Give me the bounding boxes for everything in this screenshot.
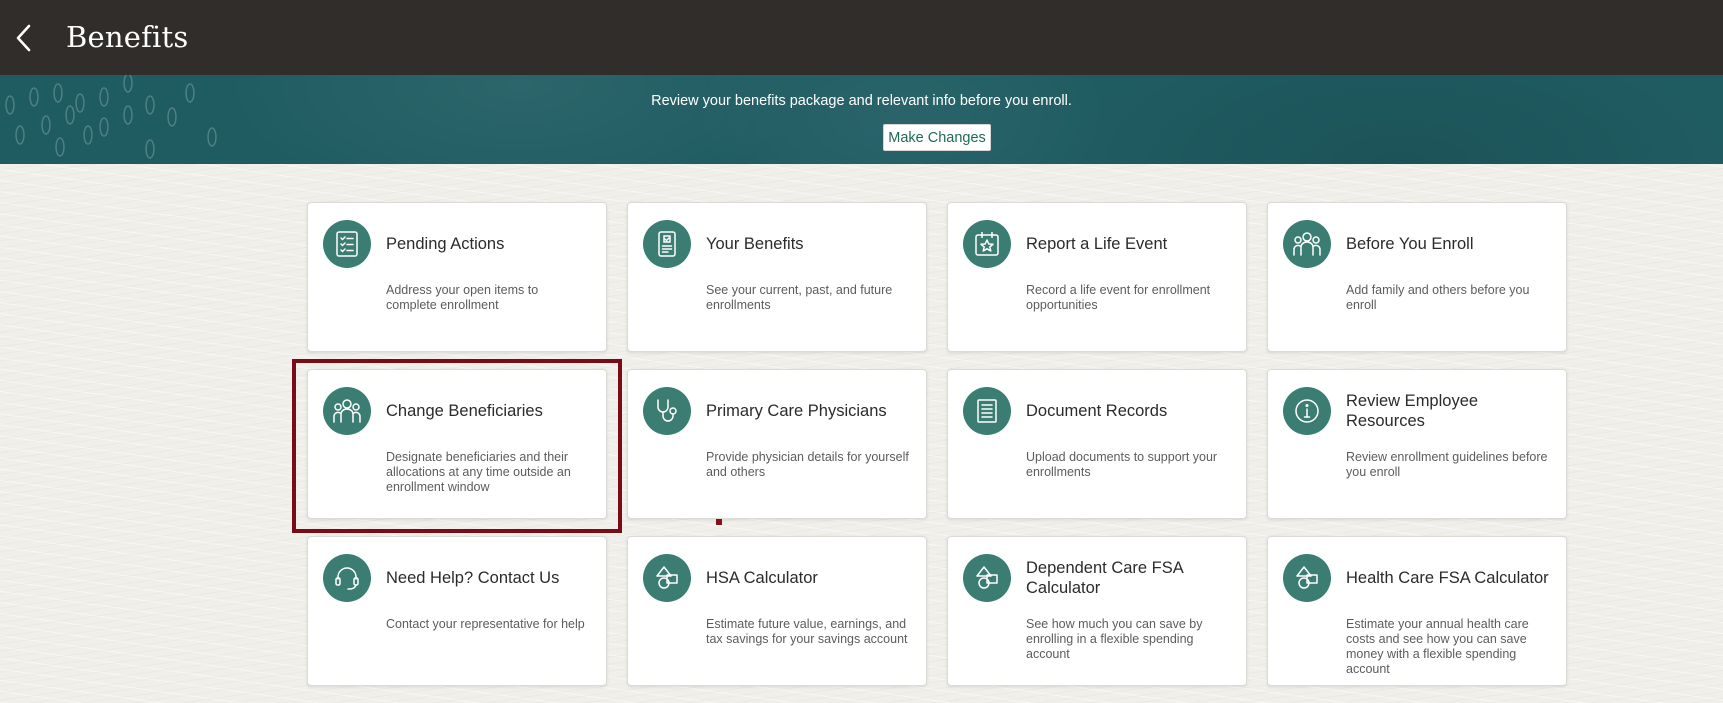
tile-hsa-calculator[interactable]: HSA Calculator Estimate future value, ea… [627,536,927,686]
tile-description: Upload documents to support your enrollm… [1026,450,1218,479]
tile-description: Estimate your annual health care costs a… [1346,617,1529,676]
cursor-marker [716,519,722,525]
tile-description: See how much you can save by enrolling i… [1026,617,1203,661]
tile-document-records[interactable]: Document Records Upload documents to sup… [947,369,1247,519]
info-icon [1283,387,1331,435]
banner-pattern [5,75,217,159]
tile-title: Dependent Care FSA Calculator [1026,558,1183,597]
family-group-icon [1283,220,1331,268]
tile-title: Need Help? Contact Us [386,568,560,587]
tile-description: Estimate future value, earnings, and tax… [706,617,908,646]
tile-dependent-care-fsa-calculator[interactable]: Dependent Care FSA Calculator See how mu… [947,536,1247,686]
tile-description: Contact your representative for help [386,617,585,631]
people-group-icon [323,387,371,435]
tile-title: Document Records [1026,401,1168,420]
tile-description: Review enrollment guidelines before you … [1346,450,1548,479]
document-lines-icon [963,387,1011,435]
headset-icon [323,554,371,602]
tile-review-employee-resources[interactable]: Review Employee Resources Review enrollm… [1267,369,1567,519]
tile-description: Provide physician details for yourself a… [706,450,909,479]
tile-title: Health Care FSA Calculator [1346,568,1549,587]
stethoscope-icon [643,387,691,435]
tile-title: Report a Life Event [1026,234,1168,253]
tile-title: Change Beneficiaries [386,401,543,420]
tile-primary-care-physicians[interactable]: Primary Care Physicians Provide physicia… [627,369,927,519]
tile-title: Review Employee Resources [1346,391,1479,430]
calculator-shapes-icon [963,554,1011,602]
tile-before-you-enroll[interactable]: Before You Enroll Add family and others … [1267,202,1567,352]
tile-title: Your Benefits [706,234,804,253]
badge-document-icon [643,220,691,268]
tile-your-benefits[interactable]: Your Benefits See your current, past, an… [627,202,927,352]
header-bar: Benefits [0,0,1723,75]
tile-description: Designate beneficiaries and their alloca… [386,450,571,494]
calculator-shapes-icon [1283,554,1331,602]
checklist-icon [323,220,371,268]
tile-description: Address your open items to complete enro… [386,283,539,312]
tile-pending-actions[interactable]: Pending Actions Address your open items … [307,202,607,352]
tile-description: Add family and others before you enroll [1346,283,1530,312]
page-title: Benefits [66,20,189,54]
tile-change-beneficiaries[interactable]: Change Beneficiaries Designate beneficia… [307,369,607,519]
tile-title: Primary Care Physicians [706,401,887,420]
back-button[interactable] [6,18,42,58]
tile-title: HSA Calculator [706,568,818,587]
tile-title: Pending Actions [386,234,505,253]
tile-title: Before You Enroll [1346,234,1474,253]
tile-report-life-event[interactable]: Report a Life Event Record a life event … [947,202,1247,352]
banner-message: Review your benefits package and relevan… [651,93,1072,109]
make-changes-button[interactable]: Make Changes [883,124,991,151]
calculator-shapes-icon [643,554,691,602]
tile-need-help[interactable]: Need Help? Contact Us Contact your repre… [307,536,607,686]
tile-health-care-fsa-calculator[interactable]: Health Care FSA Calculator Estimate your… [1267,536,1567,686]
calendar-star-icon [963,220,1011,268]
tile-description: See your current, past, and future enrol… [706,283,893,312]
chevron-left-icon [16,24,31,52]
info-banner: Review your benefits package and relevan… [0,75,1723,164]
tile-description: Record a life event for enrollment oppor… [1026,283,1211,312]
